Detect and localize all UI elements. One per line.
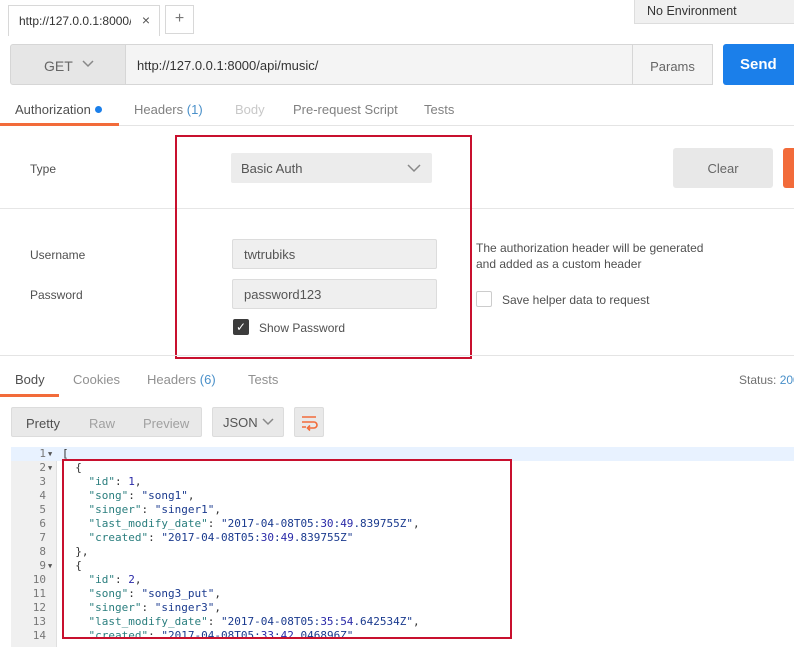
- url-input[interactable]: http://127.0.0.1:8000/api/music/: [126, 44, 633, 85]
- line-number: 6: [39, 517, 46, 530]
- annotation-box-auth: [175, 135, 472, 359]
- auth-help-line-1: The authorization header will be generat…: [476, 241, 704, 255]
- wrap-lines-icon: [302, 416, 318, 432]
- tab-authorization-label: Authorization: [15, 102, 91, 117]
- new-tab-button[interactable]: +: [165, 5, 194, 34]
- line-number: 1: [39, 447, 46, 460]
- tab-headers[interactable]: Headers (1): [134, 102, 203, 117]
- auth-help-text: The authorization header will be generat…: [476, 240, 716, 272]
- chevron-down-icon: [82, 60, 94, 68]
- request-tab-label: http://127.0.0.1:8000/api/music/: [19, 14, 131, 28]
- wrap-lines-button[interactable]: [294, 407, 324, 437]
- auth-help-line-2: and added as a custom header: [476, 257, 642, 271]
- modified-dot-icon: [94, 106, 102, 113]
- tab-bar: http://127.0.0.1:8000/api/music/ × + No …: [0, 0, 794, 36]
- line-number: 4: [39, 489, 46, 502]
- request-tab[interactable]: http://127.0.0.1:8000/api/music/ ×: [8, 5, 160, 36]
- line-number: 10: [32, 573, 46, 586]
- view-raw-button[interactable]: Raw: [89, 416, 115, 431]
- line-number: 3: [39, 475, 46, 488]
- clear-button[interactable]: Clear: [673, 148, 773, 188]
- view-preview-button[interactable]: Preview: [143, 416, 189, 431]
- fold-arrow-icon[interactable]: ▼: [48, 559, 52, 573]
- response-tabs: Body Cookies Headers (6) Tests Status: 2…: [0, 355, 794, 397]
- tab-body[interactable]: Body: [235, 102, 265, 117]
- format-select[interactable]: JSON: [212, 407, 284, 437]
- fold-arrow-icon[interactable]: ▼: [48, 447, 52, 461]
- line-number: 7: [39, 531, 46, 544]
- type-label: Type: [30, 162, 57, 176]
- line-number: 5: [39, 503, 46, 516]
- line-number: 2: [39, 461, 46, 474]
- line-number: 9: [39, 559, 46, 572]
- send-button[interactable]: Send: [723, 44, 794, 85]
- close-icon[interactable]: ×: [142, 12, 150, 28]
- response-tab-headers-label: Headers: [147, 372, 197, 387]
- status-value: 200: [779, 373, 794, 387]
- tab-pre-request-script[interactable]: Pre-request Script: [293, 102, 398, 117]
- view-pretty-button[interactable]: Pretty: [26, 416, 60, 431]
- response-view-bar: Pretty Raw Preview JSON: [0, 406, 794, 438]
- line-number: 11: [32, 587, 46, 600]
- fold-arrow-icon[interactable]: ▼: [48, 461, 52, 475]
- line-number: 8: [39, 545, 46, 558]
- environment-select[interactable]: No Environment: [634, 0, 794, 24]
- annotation-box-response: [62, 459, 512, 639]
- response-tab-cookies[interactable]: Cookies: [73, 372, 120, 387]
- tab-headers-label: Headers: [134, 102, 184, 117]
- tab-tests[interactable]: Tests: [424, 102, 454, 117]
- line-number: 12: [32, 601, 46, 614]
- headers-count: (1): [186, 102, 203, 117]
- params-button[interactable]: Params: [632, 44, 713, 85]
- username-label: Username: [30, 248, 86, 262]
- method-select[interactable]: GET: [10, 44, 126, 85]
- request-tabs: Authorization Headers (1) Body Pre-reque…: [0, 96, 794, 126]
- chevron-down-icon: [262, 418, 274, 426]
- response-tab-tests[interactable]: Tests: [248, 372, 278, 387]
- active-tab-indicator: [0, 123, 119, 126]
- response-active-tab-indicator: [0, 394, 59, 397]
- save-helper-label: Save helper data to request: [502, 293, 650, 307]
- response-tab-headers[interactable]: Headers (6): [147, 372, 216, 387]
- tab-authorization[interactable]: Authorization: [15, 102, 102, 117]
- request-bar: GET http://127.0.0.1:8000/api/music/ Par…: [0, 44, 794, 86]
- response-headers-count: (6): [199, 372, 216, 387]
- password-label: Password: [30, 288, 83, 302]
- save-helper-checkbox[interactable]: [476, 291, 492, 307]
- response-tab-body[interactable]: Body: [15, 372, 45, 387]
- line-number: 13: [32, 615, 46, 628]
- status-label: Status:: [739, 373, 777, 387]
- line-number: 14: [32, 629, 46, 642]
- status-indicator: Status: 200: [739, 373, 794, 387]
- view-mode-group: Pretty Raw Preview: [11, 407, 202, 437]
- update-request-button[interactable]: [783, 148, 794, 188]
- format-value: JSON: [223, 415, 258, 430]
- method-label: GET: [44, 58, 73, 74]
